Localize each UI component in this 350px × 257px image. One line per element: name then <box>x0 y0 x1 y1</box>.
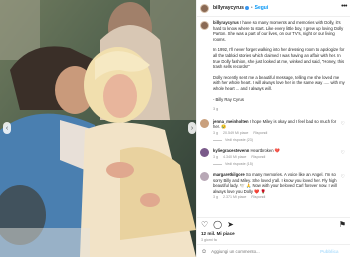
caption-username[interactable]: billyraycyrus <box>213 20 239 25</box>
view-replies-button[interactable]: Vedi risposte (15) <box>213 162 347 166</box>
reply-button[interactable]: Rispondi <box>251 195 265 201</box>
caption-paragraph-2: In 1992, I'll never forget walking into … <box>213 47 345 70</box>
comment-time: 3 g <box>213 195 218 200</box>
caption-time: 3 g <box>213 107 219 112</box>
comment-time: 3 g <box>213 130 218 135</box>
like-heart-icon[interactable]: ♡ <box>201 220 208 230</box>
comment-item: kyliegracestevenn Heartbroken 💔 3 g 4.34… <box>200 148 347 160</box>
bookmark-icon[interactable]: ⚑ <box>339 220 346 230</box>
comment-likes[interactable]: 4.340 Mi piace <box>223 155 246 161</box>
reply-button[interactable]: Rispondi <box>251 155 265 161</box>
caption-paragraph-3: Dolly recently sent me a beautiful messa… <box>213 74 345 91</box>
comment-bubble-icon[interactable]: ◯ <box>213 220 222 230</box>
comment-item: margaretkilgore So many memories. A voic… <box>200 172 347 201</box>
comment-username[interactable]: margaretkilgore <box>213 172 245 177</box>
comment-input[interactable] <box>211 249 317 254</box>
comment-like-heart-icon[interactable]: ♡ <box>341 150 345 156</box>
comment-avatar[interactable] <box>200 118 209 128</box>
post-header: billyraycyrus • Segui ••• <box>197 0 350 17</box>
post-photo-image <box>0 0 196 257</box>
emoji-icon[interactable]: ☺ <box>201 249 207 255</box>
share-send-icon[interactable]: ➤ <box>227 220 234 230</box>
post-likes-count[interactable]: 12 mil. Mi piace <box>201 231 235 236</box>
post-date: 3 giorni fa <box>201 238 217 242</box>
comment-username[interactable]: jenna_meinholten <box>213 119 249 124</box>
post-caption: billyraycyrus I have so many moments and… <box>200 20 347 113</box>
comment-like-heart-icon[interactable]: ♡ <box>341 174 345 180</box>
verified-badge-icon <box>244 6 249 10</box>
post-side-panel: billyraycyrus • Segui ••• billyraycyrus … <box>196 0 350 257</box>
comment-likes[interactable]: 20.549 Mi piace <box>223 131 248 137</box>
post-actions: ♡ ◯ ➤ ⚑ 12 mil. Mi piace 3 giorni fa ☺ P… <box>197 217 350 257</box>
comment-item: jenna_meinholten I hope Miley is okay an… <box>200 118 347 137</box>
caption-signature: - Billy Ray Cyrus <box>213 96 244 102</box>
more-icon[interactable]: ••• <box>341 3 347 10</box>
comment-like-heart-icon[interactable]: ♡ <box>341 121 345 127</box>
author-username[interactable]: billyraycyrus <box>213 5 244 11</box>
header-separator: • <box>250 5 253 11</box>
next-photo-button[interactable]: › <box>188 122 196 134</box>
reply-button[interactable]: Rispondi <box>253 131 267 137</box>
comments-section[interactable]: billyraycyrus I have so many moments and… <box>197 17 350 217</box>
comment-likes[interactable]: 2.371 Mi piace <box>223 195 246 201</box>
add-comment-bar: ☺ Pubblica <box>197 244 350 257</box>
comment-text: Heartbroken 💔 <box>250 148 280 154</box>
previous-photo-button[interactable]: ‹ <box>3 122 11 134</box>
view-replies-button[interactable]: Vedi risposte (23) <box>213 138 347 142</box>
publish-button[interactable]: Pubblica <box>320 249 338 254</box>
post-photo[interactable]: ‹ › <box>0 0 196 257</box>
author-avatar[interactable] <box>200 3 209 13</box>
follow-button[interactable]: Segui <box>255 5 269 11</box>
comment-avatar[interactable] <box>200 172 209 182</box>
comment-username[interactable]: kyliegracestevenn <box>213 148 249 153</box>
comment-time: 3 g <box>213 154 218 159</box>
comment-avatar[interactable] <box>200 148 209 158</box>
caption-avatar[interactable] <box>200 21 209 30</box>
